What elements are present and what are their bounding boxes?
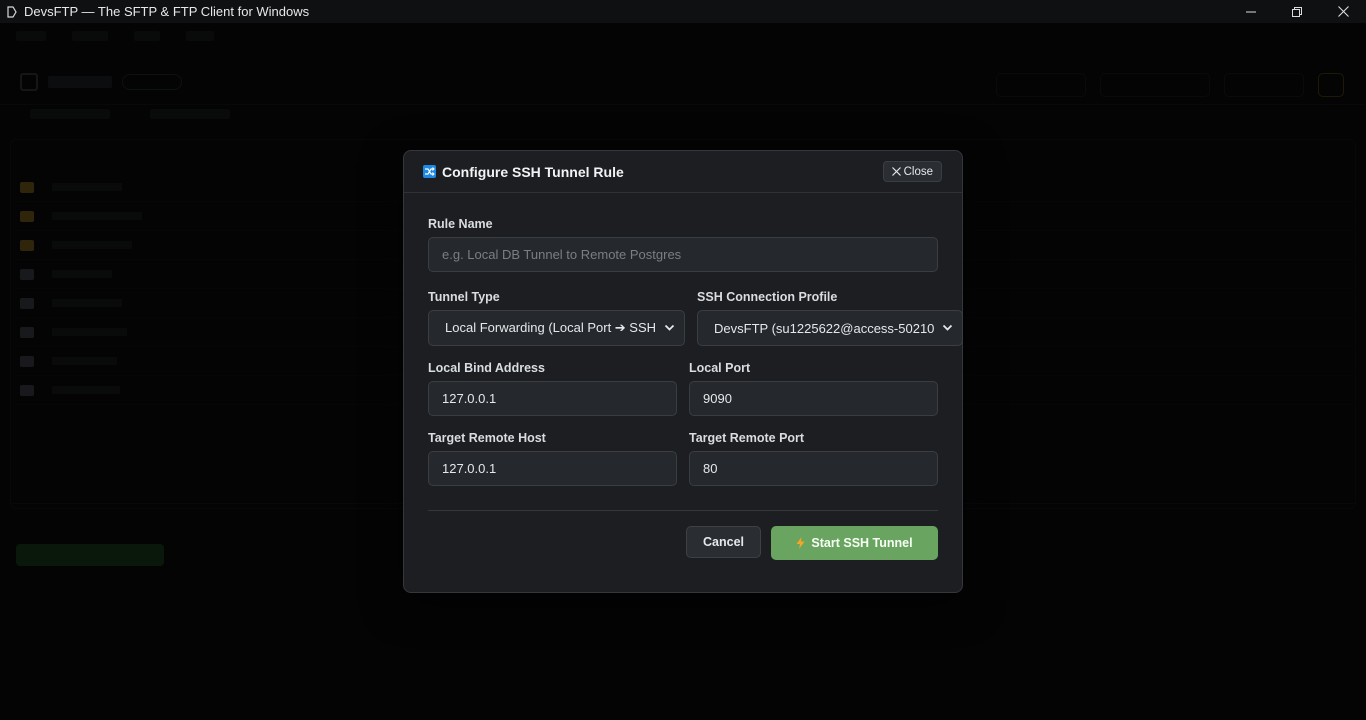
target-remote-host-input[interactable]: 127.0.0.1: [428, 451, 677, 486]
dialog-footer: Cancel Start SSH Tunnel: [428, 526, 938, 560]
ssh-profile-select[interactable]: DevsFTP (su1225622@access-50210: [697, 310, 964, 346]
close-button[interactable]: Close: [882, 161, 942, 182]
footer-divider: [428, 510, 938, 511]
target-remote-port-label: Target Remote Port: [689, 431, 805, 445]
close-window-icon: [1337, 6, 1349, 17]
local-bind-address-label: Local Bind Address: [428, 361, 545, 375]
restore-icon: [1292, 6, 1302, 17]
window-controls: [1228, 0, 1366, 23]
title-bar: DevsFTP — The SFTP & FTP Client for Wind…: [0, 0, 1366, 23]
ssh-tunnel-dialog: Configure SSH Tunnel Rule Close Rule Nam…: [403, 150, 964, 593]
tunnel-type-label: Tunnel Type: [428, 290, 500, 304]
app-logo-icon: [5, 5, 19, 19]
dialog-body: Rule Name e.g. Local DB Tunnel to Remote…: [404, 193, 964, 560]
ssh-profile-value: DevsFTP (su1225622@access-50210: [714, 320, 935, 336]
minimize-button[interactable]: [1228, 0, 1274, 23]
tunnel-icon: [423, 165, 436, 178]
rule-name-input[interactable]: e.g. Local DB Tunnel to Remote Postgres: [428, 237, 938, 272]
chevron-down-icon: [664, 324, 675, 331]
chevron-down-icon: [943, 324, 953, 331]
window-title: DevsFTP — The SFTP & FTP Client for Wind…: [24, 4, 310, 19]
close-window-button[interactable]: [1320, 0, 1366, 23]
dialog-title: Configure SSH Tunnel Rule: [442, 163, 624, 180]
start-ssh-tunnel-button[interactable]: Start SSH Tunnel: [771, 526, 938, 560]
rule-name-label: Rule Name: [428, 217, 493, 231]
close-icon: [891, 167, 901, 176]
dialog-header: Configure SSH Tunnel Rule Close: [404, 151, 962, 193]
local-port-input[interactable]: 9090: [689, 381, 938, 416]
bolt-icon: [796, 537, 805, 549]
tunnel-type-select[interactable]: Local Forwarding (Local Port ➔ SSH: [428, 310, 686, 346]
start-ssh-tunnel-label: Start SSH Tunnel: [811, 536, 913, 550]
tunnel-type-value: Local Forwarding (Local Port ➔ SSH: [445, 320, 657, 335]
local-bind-address-input[interactable]: 127.0.0.1: [428, 381, 677, 416]
cancel-button[interactable]: Cancel: [686, 526, 761, 558]
minimize-icon: [1246, 11, 1256, 12]
ssh-profile-label: SSH Connection Profile: [697, 290, 838, 304]
target-remote-host-label: Target Remote Host: [428, 431, 546, 445]
close-button-label: Close: [903, 165, 933, 178]
restore-button[interactable]: [1274, 0, 1320, 23]
target-remote-port-input[interactable]: 80: [689, 451, 938, 486]
local-port-label: Local Port: [689, 361, 751, 375]
